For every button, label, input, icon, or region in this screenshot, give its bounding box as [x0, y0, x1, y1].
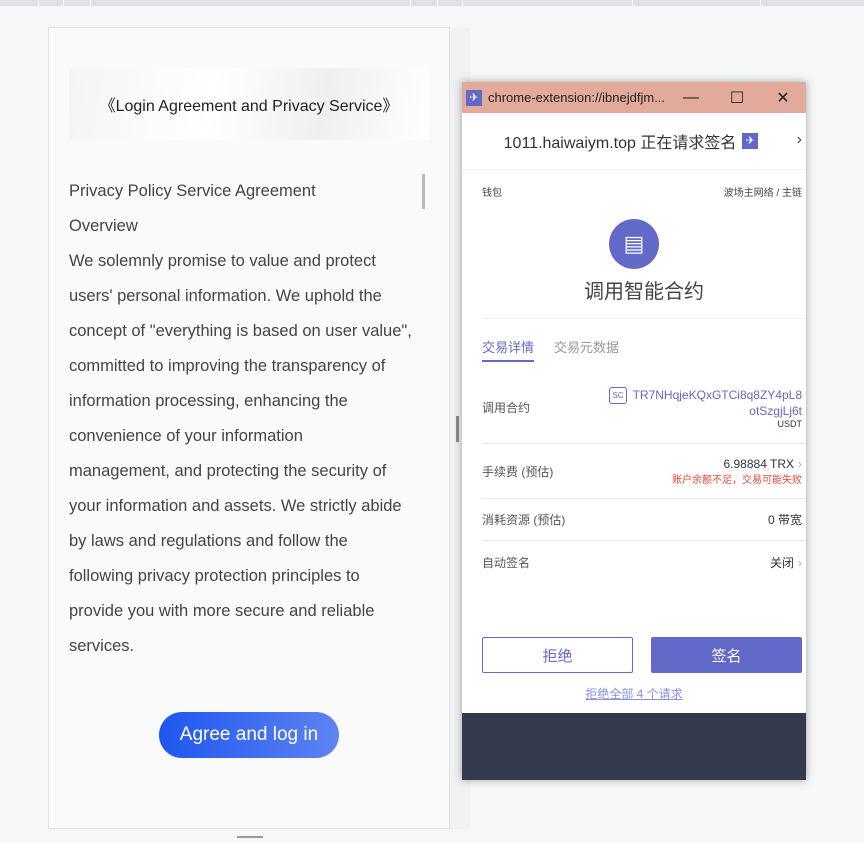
- body-line: provide you with more secure and reliabl…: [69, 602, 375, 620]
- resource-row: 消耗资源 (预估) 0 带宽: [482, 499, 806, 541]
- minimize-button[interactable]: —: [668, 89, 714, 107]
- resize-handle[interactable]: [237, 836, 263, 838]
- request-header: 1011.haiwaiym.top 正在请求签名 ✈ ›: [462, 113, 806, 170]
- browser-top-strip: [0, 0, 864, 6]
- row-label: 自动签名: [482, 555, 531, 570]
- row-label: 消耗资源 (预估): [482, 513, 566, 527]
- chevron-right-icon: ›: [798, 555, 802, 570]
- body-line: management, and protecting the security …: [69, 462, 387, 480]
- row-label: 调用合约: [482, 401, 531, 415]
- chevron-right-icon: ›: [798, 456, 802, 471]
- autosign-row[interactable]: 自动签名 关闭 ›: [482, 541, 806, 583]
- body-line: users' personal information. We uphold t…: [69, 287, 382, 305]
- body-line: committed to improving the transparency …: [69, 357, 386, 375]
- tronlink-logo-icon: ✈: [742, 133, 759, 149]
- resize-splitter[interactable]: [456, 416, 459, 442]
- network-label: 波场主网络 / 主链: [723, 188, 802, 199]
- wallet-label: 钱包: [482, 188, 502, 199]
- autosign-value: 关闭: [769, 555, 794, 570]
- chevron-right-icon[interactable]: ›: [797, 131, 802, 149]
- body-line: concept of "everything is based on user …: [69, 322, 412, 340]
- body-line: your information and assets. We strictly…: [69, 497, 402, 515]
- contract-document-icon: ▤: [609, 219, 659, 269]
- request-title: 1011.haiwaiym.top 正在请求签名: [503, 135, 737, 152]
- network-bar: 钱包 波场主网络 / 主链: [462, 170, 806, 199]
- tronlink-logo-icon: ✈: [466, 89, 482, 106]
- body-line: services.: [69, 637, 135, 655]
- body-line: by laws and regulations and follow the: [69, 532, 348, 550]
- reject-button[interactable]: 拒绝: [482, 637, 633, 673]
- sign-button[interactable]: 签名: [651, 637, 802, 673]
- maximize-button[interactable]: ☐: [714, 88, 760, 108]
- sc-badge: SC: [609, 386, 627, 404]
- fee-row[interactable]: 手续费 (预估) 6.98884 TRX › 账户余额不足，交易可能失败: [482, 444, 806, 499]
- scrollbar[interactable]: [422, 174, 425, 209]
- tabs: 交易详情 交易元数据: [462, 319, 806, 362]
- window-titlebar: ✈ chrome-extension://ibnejdfjm... — ☐ ✕: [462, 82, 806, 113]
- fee-warning: 账户余额不足，交易可能失败: [672, 474, 802, 486]
- resource-value: 0 带宽: [767, 513, 802, 527]
- contract-title: 调用智能合约: [482, 275, 806, 319]
- body-line: Privacy Policy Service Agreement: [69, 182, 316, 200]
- login-agreement-panel: 《Login Agreement and Privacy Service》 Pr…: [48, 27, 450, 829]
- contract-address[interactable]: TR7NHqjeKQxGTCi8q8ZY4pL8: [633, 388, 802, 402]
- window-title: chrome-extension://ibnejdfjm...: [488, 90, 666, 105]
- tab-details[interactable]: 交易详情: [482, 337, 535, 362]
- contract-row: 调用合约 SC TR7NHqjeKQxGTCi8q8ZY4pL8 otSzgjLj…: [482, 372, 806, 444]
- token-label: USDT: [777, 418, 803, 429]
- extension-popup: ✈ chrome-extension://ibnejdfjm... — ☐ ✕ …: [462, 82, 806, 780]
- row-label: 手续费 (预估): [482, 464, 554, 479]
- dark-footer: [462, 713, 806, 780]
- fee-value: 6.98884 TRX: [723, 456, 795, 471]
- body-line: following privacy protection principles …: [69, 567, 360, 585]
- agreement-title: 《Login Agreement and Privacy Service》: [69, 68, 429, 140]
- body-line: information processing, enhancing the: [69, 392, 348, 410]
- body-line: We solemnly promise to value and protect: [69, 252, 376, 270]
- reject-all-link[interactable]: 拒绝全部 4 个请求: [462, 685, 806, 702]
- contract-address-cont[interactable]: otSzgjLj6t: [609, 404, 802, 419]
- body-line: convenience of your information: [69, 427, 303, 445]
- close-button[interactable]: ✕: [760, 88, 806, 108]
- agree-login-button[interactable]: Agree and log in: [159, 712, 339, 758]
- body-line: Overview: [69, 217, 138, 235]
- agreement-body: Privacy Policy Service Agreement Overvie…: [69, 174, 429, 664]
- tab-metadata[interactable]: 交易元数据: [554, 337, 619, 362]
